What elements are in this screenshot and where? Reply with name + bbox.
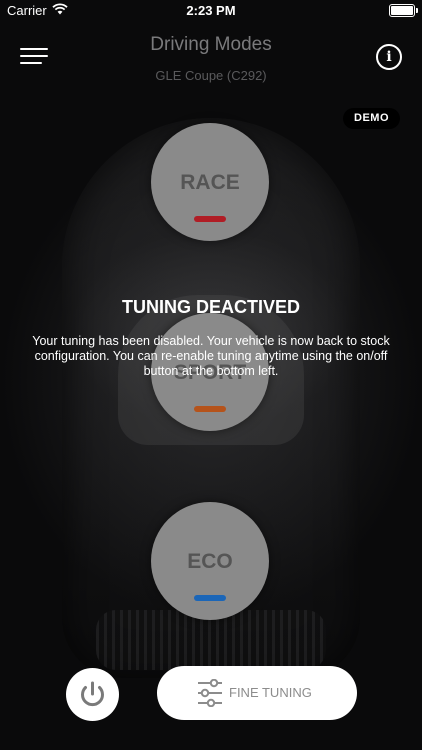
overlay-title: TUNING DEACTIVED (121, 297, 300, 317)
clock: 2:23 PM (186, 3, 236, 18)
fine-tuning-label: FINE TUNING (229, 685, 312, 700)
vehicle-subtitle: GLE Coupe (C292) (155, 68, 267, 83)
sliders-icon (198, 679, 222, 707)
status-bar: Carrier 2:23 PM (0, 0, 422, 22)
power-icon (81, 681, 104, 707)
mode-label: ECO (187, 550, 233, 573)
page-title: Driving Modes (150, 34, 272, 55)
mode-race-button[interactable]: RACE (151, 123, 269, 241)
mode-label: RACE (180, 171, 240, 194)
fine-tuning-button[interactable]: FINE TUNING (157, 666, 357, 720)
mode-eco-button[interactable]: ECO (151, 502, 269, 620)
mode-indicator (194, 406, 226, 412)
overlay-message: Your tuning has been disabled. Your vehi… (32, 334, 390, 378)
mode-indicator (194, 595, 226, 601)
demo-badge: DEMO (343, 108, 400, 129)
mode-indicator (194, 216, 226, 222)
info-icon[interactable]: i (376, 44, 402, 70)
battery-icon (389, 4, 418, 17)
power-button[interactable] (66, 668, 119, 721)
